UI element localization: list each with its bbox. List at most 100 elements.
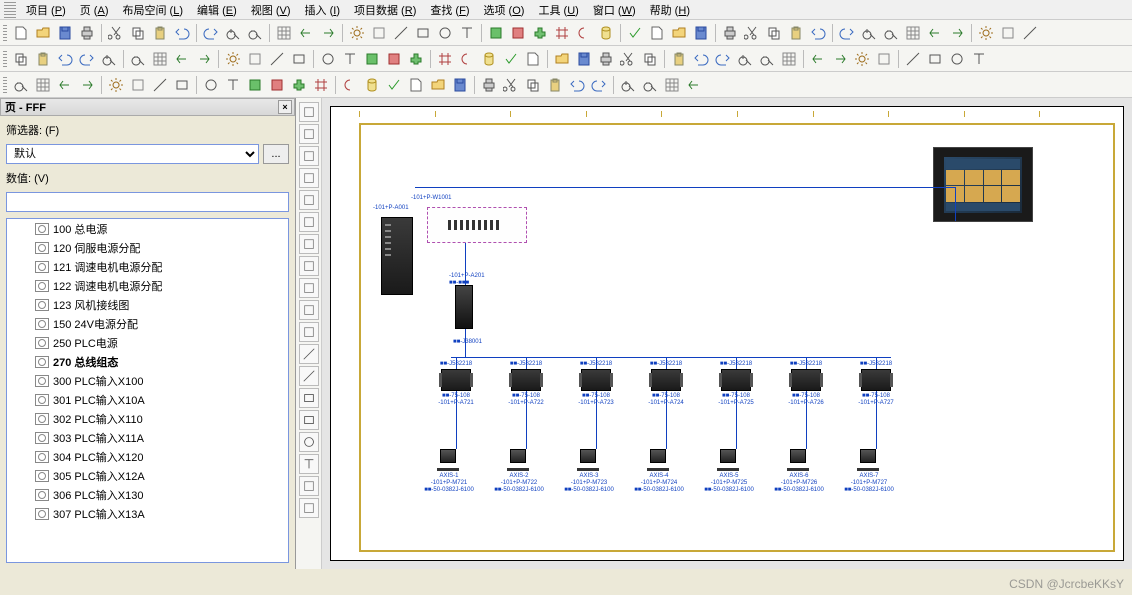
box-icon[interactable]: [299, 212, 319, 232]
line-icon[interactable]: [299, 344, 319, 364]
arrow-left-icon[interactable]: [172, 49, 192, 69]
redo-icon[interactable]: [589, 75, 609, 95]
paste-icon[interactable]: [669, 49, 689, 69]
arrow-left-icon[interactable]: [684, 75, 704, 95]
box-icon[interactable]: [299, 190, 319, 210]
plugin-icon[interactable]: [530, 23, 550, 43]
circle-icon[interactable]: [201, 75, 221, 95]
plugin-icon[interactable]: [289, 75, 309, 95]
arrow-left-icon[interactable]: [808, 49, 828, 69]
arrow-left-icon[interactable]: [55, 75, 75, 95]
zoom-out-icon[interactable]: [881, 23, 901, 43]
tree-page-item[interactable]: 121 调速电机电源分配: [7, 257, 288, 276]
rect-icon[interactable]: [413, 23, 433, 43]
open-icon[interactable]: [428, 75, 448, 95]
undo-icon[interactable]: [808, 23, 828, 43]
menu-item[interactable]: 项目数据 (R): [348, 0, 422, 20]
tree-page-item[interactable]: 300 PLC输入X100: [7, 371, 288, 390]
zoom-in-icon[interactable]: [618, 75, 638, 95]
grid-icon[interactable]: [662, 75, 682, 95]
save-icon[interactable]: [450, 75, 470, 95]
new-icon[interactable]: [406, 75, 426, 95]
circle-icon[interactable]: [299, 432, 319, 452]
box-icon[interactable]: [245, 49, 265, 69]
copy-icon[interactable]: [640, 49, 660, 69]
arrow-right-icon[interactable]: [830, 49, 850, 69]
panel-close-button[interactable]: ×: [278, 100, 292, 114]
menu-item[interactable]: 项目 (P): [20, 0, 72, 20]
arrow-right-icon[interactable]: [194, 49, 214, 69]
tree-page-item[interactable]: 307 PLC输入X13A: [7, 504, 288, 523]
zoom-out-icon[interactable]: [245, 23, 265, 43]
gear-icon[interactable]: [852, 49, 872, 69]
rect-icon[interactable]: [172, 75, 192, 95]
menu-item[interactable]: 视图 (V): [245, 0, 297, 20]
snap-icon[interactable]: [574, 23, 594, 43]
tree-page-item[interactable]: 100 总电源: [7, 219, 288, 238]
gear-icon[interactable]: [347, 23, 367, 43]
box-icon[interactable]: [299, 102, 319, 122]
menu-item[interactable]: 页 (A): [74, 0, 115, 20]
zoom-out-icon[interactable]: [11, 75, 31, 95]
print-icon[interactable]: [596, 49, 616, 69]
menu-item[interactable]: 布局空间 (L): [117, 0, 190, 20]
zoom-in-icon[interactable]: [735, 49, 755, 69]
rect-icon[interactable]: [299, 410, 319, 430]
page-tree[interactable]: 100 总电源120 伺服电源分配121 调速电机电源分配122 调速电机电源分…: [6, 218, 289, 563]
hash-icon[interactable]: [552, 23, 572, 43]
open-icon[interactable]: [669, 23, 689, 43]
box-icon[interactable]: [299, 278, 319, 298]
open-icon[interactable]: [33, 23, 53, 43]
line-icon[interactable]: [150, 75, 170, 95]
print-icon[interactable]: [720, 23, 740, 43]
tree-page-item[interactable]: 250 PLC电源: [7, 333, 288, 352]
line-icon[interactable]: [1020, 23, 1040, 43]
snap-icon[interactable]: [340, 75, 360, 95]
zoom-in-icon[interactable]: [223, 23, 243, 43]
zoom-in-icon[interactable]: [99, 49, 119, 69]
paste-icon[interactable]: [786, 23, 806, 43]
box-icon[interactable]: [299, 498, 319, 518]
arrow-right-icon[interactable]: [318, 23, 338, 43]
drawing-canvas[interactable]: -101+P-A001-101+P-W1001-101+P-A201 ■■-■■…: [330, 106, 1124, 561]
circle-icon[interactable]: [435, 23, 455, 43]
box-icon[interactable]: [299, 256, 319, 276]
line-icon[interactable]: [903, 49, 923, 69]
box-icon[interactable]: [299, 476, 319, 496]
tree-page-item[interactable]: 150 24V电源分配: [7, 314, 288, 333]
menu-item[interactable]: 选项 (O): [478, 0, 531, 20]
copy-icon[interactable]: [523, 75, 543, 95]
tree-page-item[interactable]: 305 PLC输入X12A: [7, 466, 288, 485]
box-icon[interactable]: [299, 124, 319, 144]
redo-icon[interactable]: [713, 49, 733, 69]
check-icon[interactable]: [625, 23, 645, 43]
snap-icon[interactable]: [457, 49, 477, 69]
arrow-left-icon[interactable]: [925, 23, 945, 43]
text-icon[interactable]: [457, 23, 477, 43]
grid-icon[interactable]: [779, 49, 799, 69]
green-icon[interactable]: [362, 49, 382, 69]
tree-page-item[interactable]: 270 总线组态: [7, 352, 288, 371]
menu-item[interactable]: 查找 (F): [424, 0, 475, 20]
copy-icon[interactable]: [764, 23, 784, 43]
check-icon[interactable]: [501, 49, 521, 69]
circle-icon[interactable]: [318, 49, 338, 69]
box-icon[interactable]: [299, 322, 319, 342]
filter-options-button[interactable]: ...: [263, 144, 289, 164]
undo-icon[interactable]: [567, 75, 587, 95]
box-icon[interactable]: [299, 168, 319, 188]
grid-icon[interactable]: [274, 23, 294, 43]
db-icon[interactable]: [362, 75, 382, 95]
redo-icon[interactable]: [77, 49, 97, 69]
hash-icon[interactable]: [311, 75, 331, 95]
tree-page-item[interactable]: 120 伺服电源分配: [7, 238, 288, 257]
plugin-icon[interactable]: [406, 49, 426, 69]
text-icon[interactable]: [223, 75, 243, 95]
db-icon[interactable]: [596, 23, 616, 43]
open-icon[interactable]: [552, 49, 572, 69]
grid-icon[interactable]: [903, 23, 923, 43]
zoom-in-icon[interactable]: [859, 23, 879, 43]
cut-icon[interactable]: [618, 49, 638, 69]
arrow-right-icon[interactable]: [947, 23, 967, 43]
cut-icon[interactable]: [501, 75, 521, 95]
